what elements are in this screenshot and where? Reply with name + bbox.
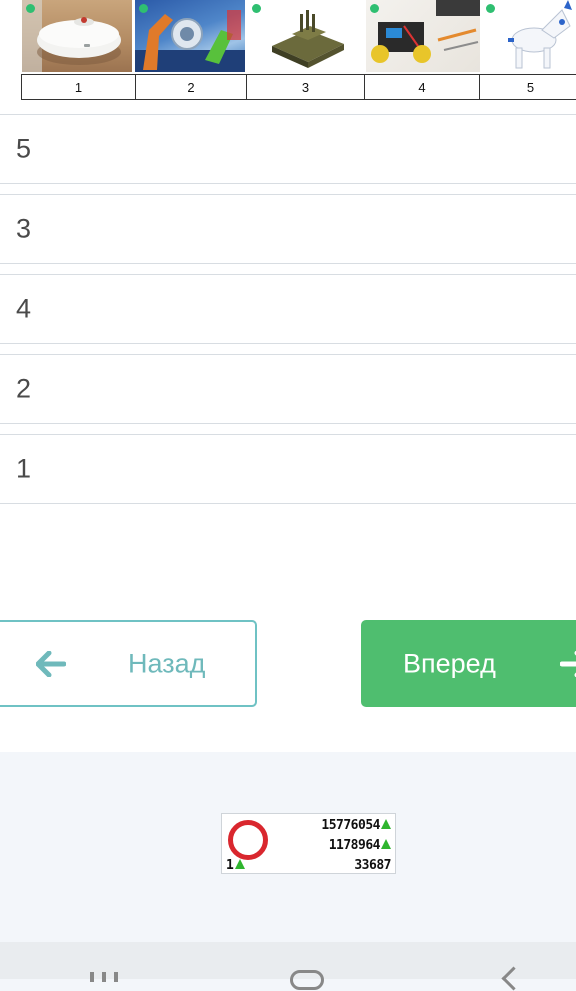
badge-icon (139, 4, 148, 13)
sortable-answer-item[interactable]: 1 (0, 434, 576, 504)
sortable-answer-item[interactable]: 3 (0, 194, 576, 264)
badge-icon (26, 4, 35, 13)
answer-label: 1 (16, 454, 31, 485)
visit-counter-widget[interactable]: 15776054 1178964 33687 1 (221, 813, 396, 874)
industrial-robot-image (135, 0, 245, 72)
sortable-answer-item[interactable]: 5 (0, 114, 576, 184)
badge-icon (370, 4, 379, 13)
diy-robot-image (366, 0, 480, 72)
answer-label: 3 (16, 214, 31, 245)
counter-line: 15776054 (321, 818, 391, 833)
counter-rank: 1 (226, 858, 245, 873)
image-number: 4 (365, 75, 480, 100)
image-number: 1 (22, 75, 136, 100)
counter-line: 1178964 (329, 838, 391, 853)
image-strip (22, 0, 576, 74)
table-row: 1 2 3 4 5 (22, 75, 576, 100)
image-number-table: 1 2 3 4 5 (21, 74, 576, 100)
image-number: 2 (136, 75, 247, 100)
answer-label: 4 (16, 294, 31, 325)
image-number: 5 (480, 75, 576, 100)
back-button-label: Назад (128, 648, 205, 679)
answer-label: 5 (16, 134, 31, 165)
next-button[interactable]: Вперед (361, 620, 576, 707)
sortable-answer-item[interactable]: 4 (0, 274, 576, 344)
next-button-label: Вперед (403, 648, 496, 679)
question-card: 1 2 3 4 5 5 3 4 2 1 Назад Вперед (0, 0, 576, 752)
badge-icon (252, 4, 261, 13)
robot-dog-image (482, 0, 576, 72)
system-nav-bar (0, 942, 576, 979)
counter-logo-icon (228, 820, 268, 860)
answer-label: 2 (16, 374, 31, 405)
badge-icon (486, 4, 495, 13)
back-button[interactable]: Назад (0, 620, 257, 707)
robot-vacuum-image (22, 0, 132, 72)
up-arrow-icon (235, 859, 245, 869)
home-icon[interactable] (290, 970, 324, 990)
up-arrow-icon (381, 819, 391, 829)
robotic-tank-image (248, 0, 362, 72)
up-arrow-icon (381, 839, 391, 849)
counter-line: 33687 (354, 858, 391, 873)
image-number: 3 (247, 75, 365, 100)
sortable-answer-item[interactable]: 2 (0, 354, 576, 424)
arrow-right-icon (560, 651, 576, 677)
arrow-left-icon (36, 651, 66, 677)
recent-apps-icon[interactable] (90, 972, 124, 982)
